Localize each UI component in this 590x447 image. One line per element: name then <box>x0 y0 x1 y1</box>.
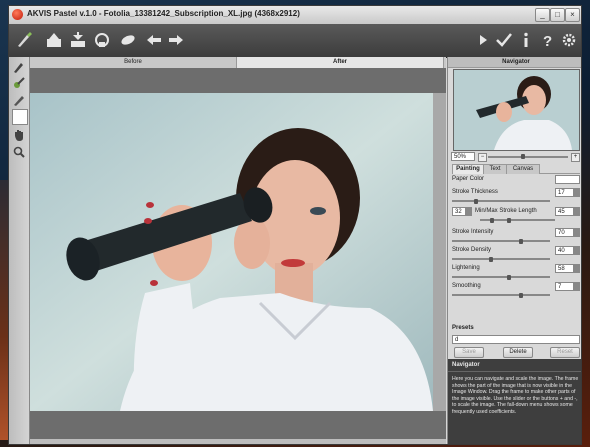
min-max-stroke-label: Min/Max Stroke Length <box>475 208 537 214</box>
hand-tool-icon[interactable] <box>12 128 26 142</box>
share-icon[interactable] <box>119 31 137 49</box>
navigator-preview[interactable] <box>453 69 580 151</box>
stroke-density-input[interactable]: 40 <box>555 246 580 255</box>
reset-preset-button[interactable]: Reset <box>550 347 580 358</box>
canvas-margin-top <box>30 68 446 93</box>
save-image-icon[interactable] <box>69 31 87 49</box>
preset-select[interactable]: d <box>452 335 580 344</box>
settings-icon[interactable] <box>560 31 578 49</box>
zoom-select[interactable]: 50% <box>451 152 475 161</box>
tab-before[interactable]: Before <box>30 57 237 68</box>
smudge-tool-icon[interactable] <box>12 76 26 90</box>
run-icon[interactable] <box>474 31 492 49</box>
settings-panel: Navigator 50% − + Painting Text Canvas P… <box>447 57 581 444</box>
stroke-intensity-slider[interactable] <box>452 240 550 242</box>
stroke-intensity-label: Stroke Intensity <box>452 229 494 235</box>
left-tool-panel <box>9 57 30 444</box>
tab-painting[interactable]: Painting <box>452 164 484 174</box>
save-preset-button[interactable]: Save <box>454 347 484 358</box>
presets-title: Presets <box>452 325 474 331</box>
lightening-thumb[interactable] <box>507 275 511 280</box>
stroke-intensity-thumb[interactable] <box>519 239 523 244</box>
stroke-thickness-label: Stroke Thickness <box>452 189 498 195</box>
zoom-in-button[interactable]: + <box>571 153 580 162</box>
lightening-slider[interactable] <box>452 276 550 278</box>
image-window[interactable] <box>30 68 446 444</box>
redo-icon[interactable] <box>167 31 185 49</box>
tab-canvas[interactable]: Canvas <box>506 164 540 174</box>
brush-tool-icon[interactable] <box>12 93 26 107</box>
main-toolbar: ? <box>9 24 581 58</box>
stroke-density-thumb[interactable] <box>489 257 493 262</box>
navigator-title: Navigator <box>448 57 581 68</box>
print-icon[interactable] <box>93 31 111 49</box>
lightening-label: Lightening <box>452 265 480 271</box>
smoothing-label: Smoothing <box>452 283 481 289</box>
stroke-density-slider[interactable] <box>452 258 550 260</box>
akvis-logo-icon <box>12 9 23 20</box>
stroke-thickness-thumb[interactable] <box>474 199 478 204</box>
undo-icon[interactable] <box>145 31 163 49</box>
parameter-tabs: Painting Text Canvas <box>452 164 580 174</box>
title-bar: AKVIS Pastel v.1.0 - Fotolia_13381242_Su… <box>9 6 581 25</box>
min-stroke-input[interactable]: 32 <box>452 207 472 216</box>
help-title: Navigator <box>448 359 581 372</box>
svg-text:?: ? <box>543 33 552 49</box>
close-button[interactable]: × <box>565 8 580 22</box>
help-text: Here you can navigate and scale the imag… <box>452 376 579 415</box>
stroke-length-max-thumb[interactable] <box>507 218 511 223</box>
zoom-out-button[interactable]: − <box>478 153 487 162</box>
zoom-slider-thumb[interactable] <box>521 154 525 159</box>
paper-color-swatch[interactable] <box>555 175 580 184</box>
stroke-density-label: Stroke Density <box>452 247 492 253</box>
tab-after[interactable]: After <box>237 57 444 68</box>
help-icon[interactable]: ? <box>539 31 557 50</box>
vertical-scrollbar[interactable] <box>433 93 446 411</box>
pastel-result-image[interactable] <box>30 93 433 411</box>
apply-icon[interactable] <box>495 31 513 49</box>
max-stroke-input[interactable]: 45 <box>555 207 580 216</box>
minimize-button[interactable]: _ <box>535 8 550 22</box>
lightening-input[interactable]: 58 <box>555 264 580 273</box>
zoom-slider[interactable] <box>488 156 568 158</box>
maximize-button[interactable]: □ <box>550 8 565 22</box>
app-window: AKVIS Pastel v.1.0 - Fotolia_13381242_Su… <box>8 5 582 445</box>
tab-text[interactable]: Text <box>483 164 507 174</box>
smoothing-thumb[interactable] <box>519 293 523 298</box>
canvas-margin-bottom <box>30 411 446 439</box>
open-image-icon[interactable] <box>45 31 63 49</box>
help-panel: Navigator Here you can navigate and scal… <box>448 359 581 444</box>
brush-icon[interactable] <box>15 31 33 49</box>
stroke-length-min-thumb[interactable] <box>490 218 494 223</box>
about-icon[interactable] <box>517 31 535 49</box>
stroke-thickness-input[interactable]: 17 <box>555 188 580 197</box>
horizontal-scrollbar[interactable] <box>30 439 446 444</box>
pencil-tool-icon[interactable] <box>12 60 26 74</box>
stroke-intensity-input[interactable]: 70 <box>555 228 580 237</box>
smoothing-input[interactable]: 7 <box>555 282 580 291</box>
color-picker-swatch[interactable] <box>12 109 28 125</box>
zoom-controls: 50% − + <box>451 152 581 162</box>
delete-preset-button[interactable]: Delete <box>503 347 533 358</box>
painting-parameters: Paper Color Stroke Thickness 17 32 Min/M… <box>452 174 580 324</box>
window-title: AKVIS Pastel v.1.0 - Fotolia_13381242_Su… <box>27 9 300 18</box>
smoothing-slider[interactable] <box>452 294 550 296</box>
stroke-thickness-slider[interactable] <box>452 200 550 202</box>
paper-color-label: Paper Color <box>452 176 485 182</box>
zoom-tool-icon[interactable] <box>12 145 26 159</box>
